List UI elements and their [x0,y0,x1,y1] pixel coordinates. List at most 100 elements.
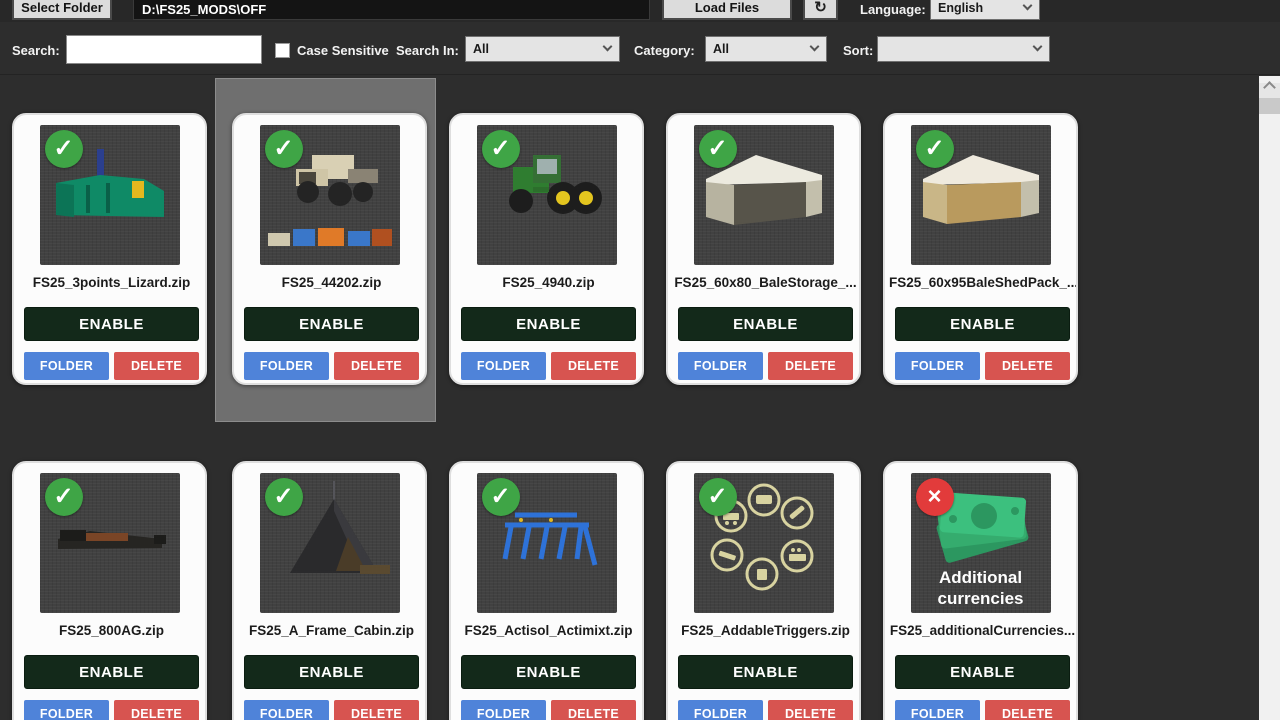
mod-card[interactable]: ✓ FS25_800AG.zip ENABLE FOLDER DELETE [12,461,207,720]
check-icon: ✓ [699,130,737,168]
delete-button[interactable]: DELETE [985,700,1070,720]
folder-button[interactable]: FOLDER [678,352,763,380]
enable-button[interactable]: ENABLE [678,655,853,689]
mod-filename: FS25_additionalCurrencies... [889,623,1076,638]
sort-label: Sort: [843,43,873,58]
refresh-glyph: ↻ [814,0,827,15]
folder-button[interactable]: FOLDER [895,352,980,380]
mod-thumbnail: Additional currencies × [911,473,1051,613]
check-icon: ✓ [482,478,520,516]
toolbar: Select Folder D:\FS25_MODS\OFF Load File… [0,0,1280,22]
chevron-down-icon [603,42,613,52]
enable-button[interactable]: ENABLE [461,307,636,341]
mod-card[interactable]: ✓ FS25_3points_Lizard.zip ENABLE FOLDER … [12,113,207,385]
check-icon: ✓ [45,478,83,516]
enable-button[interactable]: ENABLE [895,655,1070,689]
delete-button[interactable]: DELETE [985,352,1070,380]
enable-button[interactable]: ENABLE [678,307,853,341]
chevron-down-icon [1023,1,1033,11]
enable-button[interactable]: ENABLE [244,307,419,341]
enable-button[interactable]: ENABLE [461,655,636,689]
mod-thumbnail: ✓ [911,125,1051,265]
mod-card[interactable]: ✓ FS25_60x80_BaleStorage_... ENABLE FOLD… [666,113,861,385]
category-label: Category: [634,43,695,58]
check-icon: ✓ [265,478,303,516]
delete-button[interactable]: DELETE [768,352,853,380]
mod-filename: FS25_60x95BaleShedPack_... [889,275,1076,290]
mod-thumbnail: ✓ [477,473,617,613]
folder-button[interactable]: FOLDER [24,700,109,720]
enable-button[interactable]: ENABLE [24,307,199,341]
folder-path-field[interactable]: D:\FS25_MODS\OFF [133,0,650,20]
mod-filename: FS25_4940.zip [455,275,642,290]
scrollbar-thumb[interactable] [1259,98,1280,114]
mod-card[interactable]: ✓ FS25_44202.zip ENABLE FOLDER DELETE [232,113,427,385]
check-icon: ✓ [45,130,83,168]
search-input[interactable] [66,35,262,64]
mod-thumbnail: ✓ [40,125,180,265]
delete-button[interactable]: DELETE [768,700,853,720]
enable-button[interactable]: ENABLE [895,307,1070,341]
category-dropdown[interactable]: All [705,36,827,62]
mod-filename: FS25_A_Frame_Cabin.zip [238,623,425,638]
mod-thumbnail: ✓ [260,125,400,265]
enable-button[interactable]: ENABLE [24,655,199,689]
mod-thumbnail: ✓ [40,473,180,613]
mod-card[interactable]: ✓ FS25_60x95BaleShedPack_... ENABLE FOLD… [883,113,1078,385]
mod-filename: FS25_60x80_BaleStorage_... [672,275,859,290]
delete-button[interactable]: DELETE [551,700,636,720]
filter-bar: Search: Case Sensitive Search In: All Ca… [0,22,1280,75]
check-icon: ✓ [265,130,303,168]
search-in-dropdown[interactable]: All [465,36,620,62]
delete-button[interactable]: DELETE [551,352,636,380]
scrollbar[interactable] [1259,76,1280,720]
case-sensitive-checkbox[interactable] [275,43,290,58]
mod-card[interactable]: ✓ FS25_4940.zip ENABLE FOLDER DELETE [449,113,644,385]
language-value: English [938,1,983,15]
mod-thumb-caption: Additional currencies [911,567,1051,610]
mod-card[interactable]: ✓ FS25_Actisol_Actimixt.zip ENABLE FOLDE… [449,461,644,720]
folder-button[interactable]: FOLDER [461,352,546,380]
delete-button[interactable]: DELETE [334,700,419,720]
check-icon: ✓ [916,130,954,168]
load-files-button[interactable]: Load Files [662,0,792,20]
search-label: Search: [12,43,60,58]
search-in-label: Search In: [396,43,459,58]
language-dropdown[interactable]: English [930,0,1040,20]
chevron-down-icon [810,42,820,52]
mod-thumbnail: ✓ [694,473,834,613]
mod-thumbnail: ✓ [477,125,617,265]
delete-button[interactable]: DELETE [114,352,199,380]
category-value: All [713,42,729,56]
mod-filename: FS25_800AG.zip [18,623,205,638]
language-label: Language: [860,2,926,17]
folder-button[interactable]: FOLDER [678,700,763,720]
folder-button[interactable]: FOLDER [461,700,546,720]
search-in-value: All [473,42,489,56]
mod-manager-window: Select Folder D:\FS25_MODS\OFF Load File… [0,0,1280,720]
mod-filename: FS25_Actisol_Actimixt.zip [455,623,642,638]
refresh-icon[interactable]: ↻ [803,0,838,20]
folder-button[interactable]: FOLDER [895,700,980,720]
folder-button[interactable]: FOLDER [244,352,329,380]
enable-button[interactable]: ENABLE [244,655,419,689]
x-icon: × [916,478,954,516]
check-icon: ✓ [699,478,737,516]
chevron-down-icon [1033,42,1043,52]
mod-filename: FS25_44202.zip [238,275,425,290]
mod-card[interactable]: Additional currencies × FS25_additionalC… [883,461,1078,720]
mod-card[interactable]: ✓ FS25_AddableTriggers.zip ENABLE FOLDER… [666,461,861,720]
mod-filename: FS25_AddableTriggers.zip [672,623,859,638]
mod-filename: FS25_3points_Lizard.zip [18,275,205,290]
mod-thumbnail: ✓ [260,473,400,613]
mod-thumbnail: ✓ [694,125,834,265]
sort-dropdown[interactable] [877,36,1050,62]
delete-button[interactable]: DELETE [334,352,419,380]
case-sensitive-label: Case Sensitive [297,43,389,58]
folder-button[interactable]: FOLDER [244,700,329,720]
folder-button[interactable]: FOLDER [24,352,109,380]
select-folder-button[interactable]: Select Folder [12,0,112,20]
delete-button[interactable]: DELETE [114,700,199,720]
mod-grid: ✓ FS25_3points_Lizard.zip ENABLE FOLDER … [0,76,1259,720]
mod-card[interactable]: ✓ FS25_A_Frame_Cabin.zip ENABLE FOLDER D… [232,461,427,720]
